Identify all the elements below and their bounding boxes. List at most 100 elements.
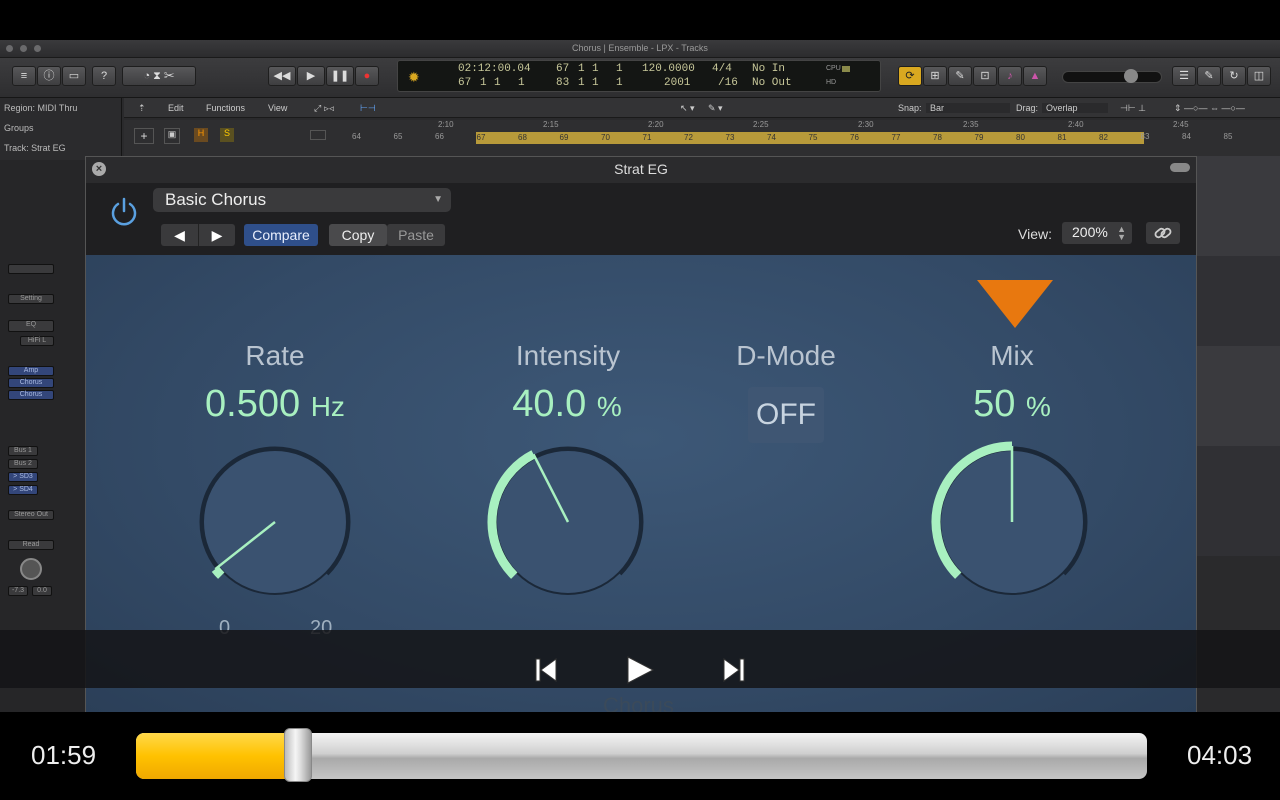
- lcd-start-bar: 67: [458, 77, 472, 89]
- ruler-time-label: 2:45: [1173, 120, 1189, 129]
- flex-icon[interactable]: ⊢⊣: [360, 103, 376, 114]
- rate-knob[interactable]: [185, 432, 365, 612]
- ruler-bar-label: 74: [767, 133, 776, 142]
- input-slot[interactable]: HiFi L: [20, 336, 54, 346]
- skip-back-icon[interactable]: [534, 657, 558, 683]
- progress-thumb[interactable]: [283, 728, 312, 782]
- plugin-window: × Strat EG Basic Chorus ▼ ◀ ▶ Compare Co…: [85, 156, 1197, 718]
- region-header[interactable]: Region: MIDI Thru: [4, 103, 77, 113]
- lcd-display[interactable]: ✹ 02:12:00.04 67 1 1 1 120.0000 4/4 No I…: [397, 60, 881, 92]
- browser-button[interactable]: ◫: [1247, 66, 1271, 86]
- inspector-button[interactable]: ⓘ: [37, 66, 61, 86]
- elapsed-time: 01:59: [31, 740, 97, 770]
- ruler-bar-label: 65: [393, 132, 403, 141]
- notepad-button[interactable]: ✎: [1197, 66, 1221, 86]
- ruler-time-label: 2:30: [858, 120, 874, 129]
- timeline-ruler[interactable]: 2:10 2:15 2:20 2:25 2:30 2:35 2:40 2:45 64 65 66 6…: [336, 120, 1280, 160]
- insert-slot-chorus-2[interactable]: Chorus: [8, 390, 54, 400]
- replace-button[interactable]: ⊞: [923, 66, 947, 86]
- up-arrow-icon[interactable]: ⇡: [138, 103, 146, 114]
- countin-button[interactable]: ♪: [998, 66, 1022, 86]
- next-preset-button[interactable]: ▶: [198, 224, 235, 246]
- rewind-button[interactable]: ◀◀: [268, 66, 296, 86]
- rate-value-display[interactable]: 0.500 Hz: [165, 383, 385, 426]
- functions-menu[interactable]: Functions: [206, 103, 245, 113]
- groups-header[interactable]: Groups: [4, 123, 34, 133]
- region-block[interactable]: [1197, 346, 1280, 446]
- knob-value-arc: [211, 566, 225, 579]
- add-track-button[interactable]: +: [134, 128, 154, 144]
- edit-menu[interactable]: Edit: [168, 103, 184, 113]
- view-buttons-group[interactable]: ◔ ⧗ ✂: [122, 66, 196, 86]
- ruler-bar-label: 72: [684, 133, 693, 142]
- plugin-header: Basic Chorus ▼ ◀ ▶ Compare Copy Paste Vi…: [86, 183, 1196, 255]
- zoom-fit-icon[interactable]: ⊣⊢ ⊥: [1120, 103, 1146, 114]
- master-volume-slider[interactable]: [1062, 71, 1162, 83]
- rate-value: 0.500: [205, 383, 301, 425]
- track-list-header: + ▣ H S: [124, 120, 336, 160]
- insert-slot-amp[interactable]: Amp: [8, 366, 54, 376]
- solo-all-button[interactable]: S: [220, 128, 234, 142]
- folder-icon[interactable]: ▣: [164, 128, 180, 144]
- zoom-sliders[interactable]: ⇕ —○— ⇔ —○—: [1174, 103, 1245, 114]
- dmode-button[interactable]: OFF: [748, 387, 824, 443]
- power-icon[interactable]: [108, 195, 140, 227]
- view-menu[interactable]: View: [268, 103, 287, 113]
- send-slot-sd3[interactable]: > SD3: [8, 472, 38, 482]
- intensity-value-display[interactable]: 40.0 %: [457, 383, 677, 426]
- region-block[interactable]: [1197, 156, 1280, 256]
- previous-preset-button[interactable]: ◀: [161, 224, 198, 246]
- hide-button[interactable]: H: [194, 128, 208, 142]
- output-slot[interactable]: Stereo Out: [8, 510, 54, 520]
- loop-browser-button[interactable]: ↻: [1222, 66, 1246, 86]
- collapse-icon[interactable]: [310, 130, 326, 140]
- list-editors-button[interactable]: ☰: [1172, 66, 1196, 86]
- intensity-unit: %: [596, 391, 622, 422]
- toolbar-button[interactable]: ▭: [62, 66, 86, 86]
- cpu-label: CPU: [826, 65, 841, 72]
- collapse-plugin-button[interactable]: [1170, 163, 1190, 172]
- drag-select[interactable]: Overlap: [1042, 103, 1108, 113]
- quick-help-button[interactable]: ?: [92, 66, 116, 86]
- send-slot-bus1[interactable]: Bus 1: [8, 446, 38, 456]
- intensity-knob[interactable]: [478, 432, 658, 612]
- library-button[interactable]: ≡: [12, 66, 36, 86]
- send-slot-sd4[interactable]: > SD4: [8, 485, 38, 495]
- stepper-icon: ▲ ▼: [1117, 224, 1126, 242]
- play-button[interactable]: ▶: [297, 66, 325, 86]
- track-header[interactable]: Track: Strat EG: [4, 143, 66, 153]
- lcd-key: 2001: [664, 77, 691, 89]
- snap-select[interactable]: Bar: [926, 103, 1010, 113]
- lcd-end-bar: 83: [556, 77, 570, 89]
- compare-button[interactable]: Compare: [244, 224, 318, 246]
- view-zoom-select[interactable]: 200% ▲ ▼: [1062, 222, 1132, 244]
- highlight-marker-icon: [977, 280, 1053, 328]
- eq-display[interactable]: EQ: [8, 320, 54, 332]
- catch-icon[interactable]: ⤢ ⊳⊲: [314, 103, 334, 114]
- paste-button[interactable]: Paste: [387, 224, 445, 246]
- metronome-button[interactable]: ▲: [1023, 66, 1047, 86]
- automation-mode[interactable]: Read: [8, 540, 54, 550]
- record-button[interactable]: ●: [355, 66, 379, 86]
- master-volume-knob[interactable]: [1124, 69, 1138, 83]
- link-button[interactable]: [1146, 222, 1180, 244]
- cycle-button[interactable]: ⟳: [898, 66, 922, 86]
- mix-knob[interactable]: [922, 432, 1102, 612]
- mix-unit: %: [1025, 391, 1051, 422]
- copy-button[interactable]: Copy: [329, 224, 387, 246]
- skip-forward-icon[interactable]: [722, 657, 746, 683]
- pencil-tool-icon[interactable]: ✎ ▾: [708, 103, 723, 114]
- pan-knob[interactable]: [20, 558, 42, 580]
- send-slot-bus2[interactable]: Bus 2: [8, 459, 38, 469]
- tuner-button[interactable]: ✎: [948, 66, 972, 86]
- pointer-tool-icon[interactable]: ↖ ▾: [680, 103, 695, 114]
- ruler-time-label: 2:20: [648, 120, 664, 129]
- insert-slot-chorus[interactable]: Chorus: [8, 378, 54, 388]
- mix-value-display[interactable]: 50 %: [902, 383, 1122, 426]
- preset-menu[interactable]: Basic Chorus ▼: [153, 188, 451, 212]
- stop-button[interactable]: ❚❚: [326, 66, 354, 86]
- play-icon[interactable]: [625, 655, 655, 685]
- plugin-titlebar[interactable]: × Strat EG: [86, 157, 1196, 183]
- setting-button[interactable]: Setting: [8, 294, 54, 304]
- solo-button[interactable]: ⊡: [973, 66, 997, 86]
